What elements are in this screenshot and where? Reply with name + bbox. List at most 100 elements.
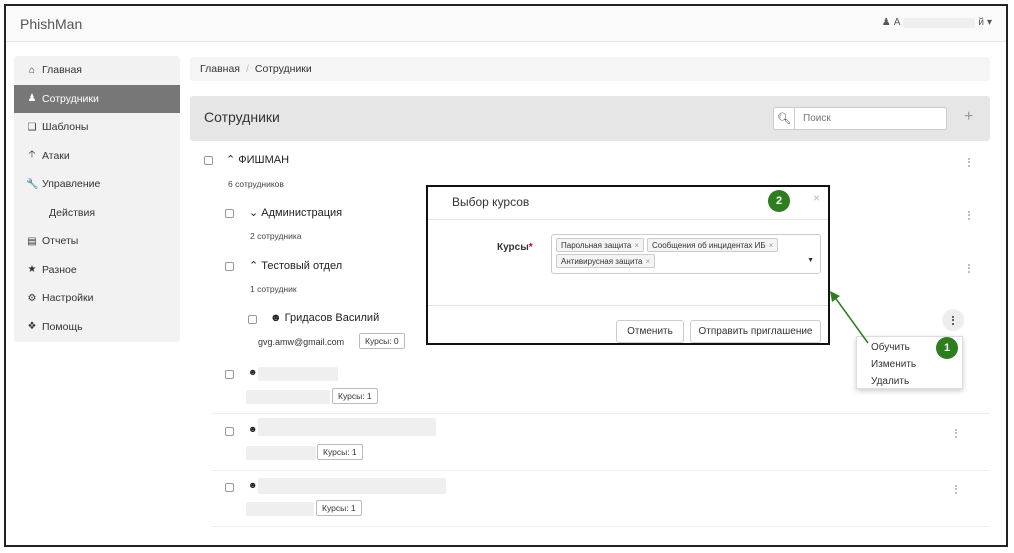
search-icon: 🔍︎: [777, 113, 791, 125]
chevron-down-icon: ⌄: [249, 207, 259, 219]
person4-email-redacted: [246, 502, 314, 516]
wrench-icon: 🔧: [26, 178, 39, 190]
chevron-up-icon: ⌃: [226, 154, 236, 166]
sidebar-item-help[interactable]: ❖ Помощь: [14, 313, 180, 342]
dept-test-count: 1 сотрудник: [250, 284, 297, 294]
course-chip: Антивирусная защита ×: [556, 254, 656, 268]
person-courses-badge[interactable]: Курсы: 0: [359, 333, 405, 349]
person4-checkbox[interactable]: [225, 483, 234, 492]
sidebar-item-templates[interactable]: ❏ Шаблоны: [14, 113, 180, 142]
person3-email-redacted: [246, 446, 316, 460]
person3-user-icon: ☻: [248, 424, 258, 434]
person-actions-button[interactable]: [942, 309, 964, 331]
copy-icon: ❏: [27, 121, 37, 133]
root-count: 6 сотрудников: [228, 179, 284, 189]
dept-test-actions-button[interactable]: [967, 262, 971, 274]
person3-name-redacted: [258, 418, 436, 436]
person2-checkbox[interactable]: [225, 370, 234, 379]
breadcrumb: Главная / Сотрудники: [190, 57, 990, 81]
user-name-end: й: [978, 17, 984, 28]
course-selection-modal: Выбор курсов × Курсы* Парольная защита × …: [426, 185, 830, 345]
user-name-redacted: [903, 17, 976, 28]
breadcrumb-separator: /: [245, 63, 249, 75]
person4-courses-badge[interactable]: Курсы: 1: [316, 500, 362, 516]
users-icon: ♟: [27, 93, 37, 105]
row-divider: [212, 413, 990, 414]
root-node[interactable]: ⌃ ФИШМАН: [226, 153, 289, 166]
modal-title: Выбор курсов: [452, 195, 530, 209]
sidebar-item-attacks[interactable]: 🡡 Атаки: [14, 142, 180, 171]
person3-actions-button[interactable]: [954, 427, 958, 439]
chevron-down-icon: ▾: [986, 17, 992, 28]
home-icon: ⌂: [28, 64, 36, 76]
page-title: Сотрудники: [204, 109, 280, 125]
person4-user-icon: ☻: [248, 480, 258, 490]
add-employee-button[interactable]: +: [964, 108, 973, 126]
required-mark: *: [528, 242, 533, 253]
close-icon[interactable]: ×: [813, 191, 820, 205]
breadcrumb-home-link[interactable]: Главная: [200, 63, 240, 75]
row-divider: [212, 526, 990, 527]
sidebar: ⌂ Главная ♟ Сотрудники ❏ Шаблоны 🡡 Атаки…: [14, 56, 180, 342]
person2-courses-badge[interactable]: Курсы: 1: [332, 388, 378, 404]
chevron-down-icon[interactable]: ▼: [807, 257, 814, 264]
row-divider: [212, 470, 990, 471]
sidebar-item-reports[interactable]: ▤ Отчеты: [14, 227, 180, 256]
search-input[interactable]: [794, 107, 947, 130]
course-chip: Парольная защита ×: [556, 238, 645, 252]
person4-name-redacted: [258, 478, 446, 494]
annotation-badge-2: 2: [768, 190, 790, 212]
person3-courses-badge[interactable]: Курсы: 1: [317, 444, 363, 460]
sidebar-item-management[interactable]: 🔧 Управление: [14, 170, 180, 199]
remove-chip-icon[interactable]: ×: [646, 257, 651, 266]
dept-admin-actions-button[interactable]: [967, 209, 971, 221]
sidebar-item-actions[interactable]: Действия: [14, 199, 180, 228]
dept-test-checkbox[interactable]: [225, 262, 234, 271]
person-checkbox[interactable]: [248, 315, 257, 324]
sidebar-item-misc[interactable]: ★ Разное: [14, 256, 180, 285]
person3-checkbox[interactable]: [225, 427, 234, 436]
app-window: PhishMan ♟ А й ▾ ⌂ Главная ♟ Сотрудники …: [4, 4, 1008, 547]
search-button[interactable]: 🔍︎: [773, 107, 795, 130]
remove-chip-icon[interactable]: ×: [634, 241, 639, 250]
top-navbar: PhishMan ♟ А й ▾: [6, 6, 1006, 42]
cancel-button[interactable]: Отменить: [616, 320, 684, 343]
user-icon: ☻: [270, 312, 282, 324]
report-icon: ▤: [27, 235, 37, 247]
user-name-start: А: [893, 17, 901, 28]
courses-field-label: Курсы*: [497, 242, 533, 253]
arrow-up-icon: 🡡: [28, 149, 36, 161]
root-checkbox[interactable]: [204, 156, 213, 165]
modal-footer-divider: [428, 305, 828, 306]
root-actions-button[interactable]: [967, 156, 971, 168]
cogs-icon: ⚙: [27, 292, 37, 304]
dept-admin-count: 2 сотрудника: [250, 231, 302, 241]
annotation-badge-1: 1: [936, 337, 958, 359]
star-icon: ★: [27, 264, 37, 276]
dept-test-node[interactable]: ⌃ Тестовый отдел: [249, 259, 342, 272]
person2-user-icon: ☻: [248, 367, 258, 377]
sidebar-item-home[interactable]: ⌂ Главная: [14, 56, 180, 85]
dept-admin-node[interactable]: ⌄ Администрация: [249, 206, 342, 219]
breadcrumb-current: Сотрудники: [254, 63, 312, 75]
dept-admin-checkbox[interactable]: [225, 209, 234, 218]
send-invitation-button[interactable]: Отправить приглашение: [690, 320, 821, 343]
menu-item-delete[interactable]: Удалить: [857, 373, 962, 390]
sidebar-item-employees[interactable]: ♟ Сотрудники: [14, 84, 180, 113]
chevron-up-icon: ⌃: [249, 260, 259, 272]
modal-header-divider: [428, 219, 828, 220]
panel-header: Сотрудники 🔍︎ +: [190, 96, 990, 141]
sidebar-item-settings[interactable]: ⚙ Настройки: [14, 284, 180, 313]
remove-chip-icon[interactable]: ×: [769, 241, 774, 250]
person2-email-redacted: [246, 390, 330, 404]
person4-actions-button[interactable]: [954, 483, 958, 495]
course-chip: Сообщения об инцидентах ИБ ×: [647, 238, 779, 252]
person-row-name[interactable]: ☻ Гридасов Василий: [270, 312, 379, 324]
app-brand[interactable]: PhishMan: [20, 16, 82, 32]
info-icon: ❖: [27, 321, 37, 333]
user-icon: ♟: [881, 17, 891, 28]
user-menu[interactable]: ♟ А й ▾: [882, 17, 992, 28]
person-email: gvg.amw@gmail.com: [258, 337, 345, 347]
courses-multiselect[interactable]: Парольная защита × Сообщения об инцидента…: [551, 234, 821, 274]
person2-name-redacted: [258, 367, 338, 381]
